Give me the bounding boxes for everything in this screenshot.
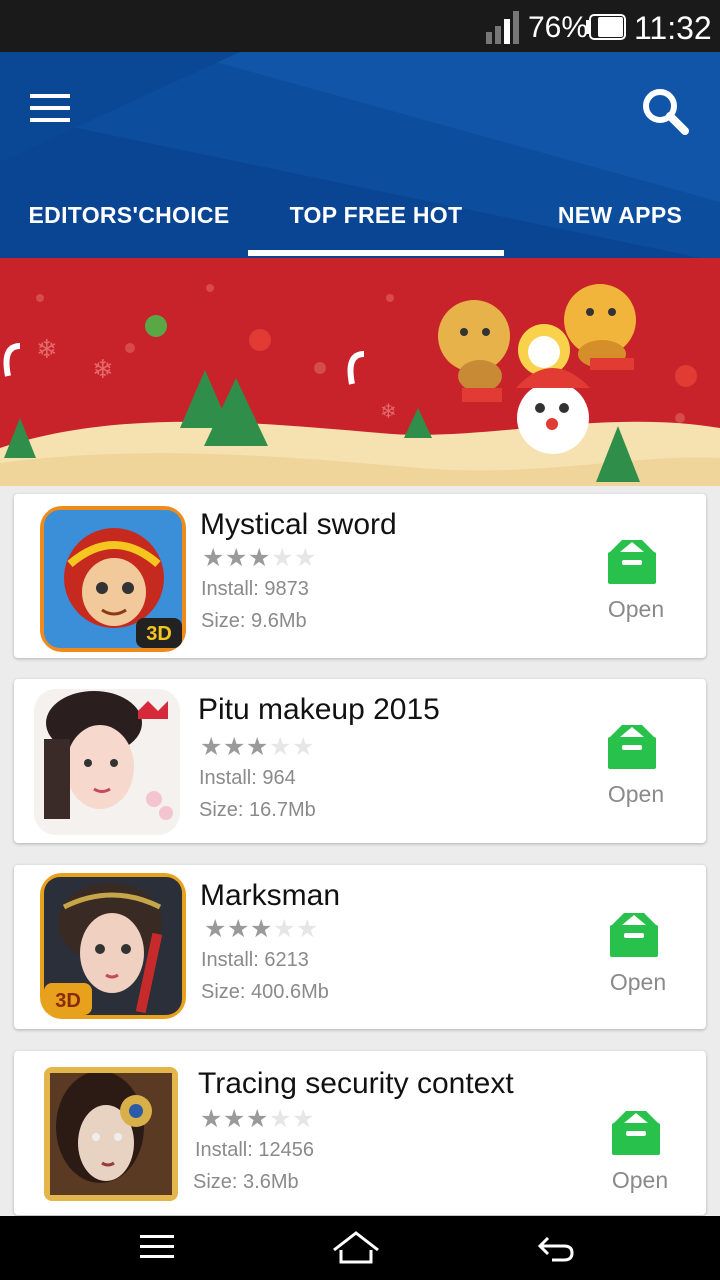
install-count: Install: 9873 [201, 578, 309, 600]
svg-text:❄: ❄ [380, 399, 397, 423]
star-empty-icon: ★ [271, 544, 294, 572]
app-list-item[interactable]: Pitu makeup 2015 ★★★★★ Install: 964 Size… [14, 679, 706, 843]
app-list-item[interactable]: Tracing security context ★★★★★ Install: … [14, 1051, 706, 1215]
star-filled-icon: ★ [223, 1105, 246, 1133]
star-filled-icon: ★ [204, 915, 227, 943]
selected-tab-indicator [248, 250, 504, 256]
open-button[interactable]: Open [594, 905, 682, 1005]
open-label: Open [611, 1167, 669, 1193]
install-count: Install: 964 [199, 767, 296, 789]
rating-stars: ★★★★★ [200, 1105, 315, 1133]
battery-percentage: 76% [528, 11, 589, 44]
clock: 11:32 [634, 10, 712, 46]
open-label: Open [607, 596, 665, 622]
home-icon[interactable] [330, 1230, 382, 1266]
app-list-item[interactable]: 3D Marksman ★★★★★ Install: 6213 Size: 40… [14, 865, 706, 1029]
app-icon-badge: 3D [146, 623, 172, 645]
app-name: Tracing security context [198, 1067, 514, 1100]
rating-stars: ★★★★★ [202, 544, 317, 572]
star-filled-icon: ★ [225, 544, 248, 572]
star-filled-icon: ★ [202, 544, 225, 572]
star-filled-icon: ★ [246, 1105, 269, 1133]
app-size: Size: 400.6Mb [201, 981, 329, 1003]
open-button[interactable]: Open [592, 717, 680, 817]
tab-top-free-hot[interactable]: TOP FREE HOT [248, 192, 504, 258]
install-count: Install: 12456 [195, 1139, 314, 1161]
app-name: Mystical sword [200, 508, 397, 541]
open-box-icon [608, 725, 656, 769]
open-box-icon [608, 540, 656, 584]
system-navigation-bar [0, 1216, 720, 1280]
rating-stars: ★★★★★ [200, 733, 315, 761]
christmas-banner-image: ❄ ❄ ❄ [0, 258, 720, 486]
tab-bar: EDITORS'CHOICE TOP FREE HOT NEW APPS [0, 192, 720, 258]
rating-stars: ★★★★★ [204, 915, 319, 943]
star-empty-icon: ★ [296, 915, 319, 943]
star-filled-icon: ★ [227, 915, 250, 943]
install-count: Install: 6213 [201, 949, 309, 971]
star-empty-icon: ★ [294, 544, 317, 572]
menu-icon[interactable] [138, 1232, 176, 1262]
app-icon-badge: 3D [55, 990, 81, 1012]
star-filled-icon: ★ [200, 733, 223, 761]
open-button[interactable]: Open [596, 1103, 684, 1203]
star-filled-icon: ★ [250, 915, 273, 943]
app-list-item[interactable]: 3D Mystical sword ★★★★★ Install: 9873 Si… [14, 494, 706, 658]
battery-icon [586, 14, 626, 40]
star-filled-icon: ★ [246, 733, 269, 761]
hamburger-menu-icon[interactable] [30, 94, 74, 124]
app-icon-mystical-sword: 3D [40, 506, 186, 652]
star-filled-icon: ★ [200, 1105, 223, 1133]
svg-text:❄: ❄ [92, 355, 114, 385]
app-icon-tracing-security-context [44, 1067, 178, 1201]
star-filled-icon: ★ [248, 544, 271, 572]
star-empty-icon: ★ [292, 1105, 315, 1133]
tab-new-apps[interactable]: NEW APPS [520, 192, 720, 258]
open-box-icon [610, 913, 658, 957]
promo-banner[interactable]: ❄ ❄ ❄ [0, 258, 720, 486]
star-empty-icon: ★ [269, 733, 292, 761]
status-bar: 76% 11:32 [0, 0, 720, 52]
app-name: Pitu makeup 2015 [198, 693, 440, 726]
star-empty-icon: ★ [292, 733, 315, 761]
star-empty-icon: ★ [269, 1105, 292, 1133]
star-filled-icon: ★ [223, 733, 246, 761]
app-icon-pitu-makeup [34, 689, 180, 835]
app-icon-marksman: 3D [40, 873, 186, 1019]
open-button[interactable]: Open [592, 532, 680, 632]
open-box-icon [612, 1111, 660, 1155]
app-header: EDITORS'CHOICE TOP FREE HOT NEW APPS [0, 52, 720, 258]
open-label: Open [609, 969, 667, 995]
search-icon[interactable] [640, 86, 690, 136]
open-label: Open [607, 781, 665, 807]
back-icon[interactable] [534, 1232, 578, 1264]
app-size: Size: 3.6Mb [193, 1171, 299, 1193]
app-size: Size: 16.7Mb [199, 799, 316, 821]
app-name: Marksman [200, 879, 341, 912]
svg-text:❄: ❄ [36, 335, 58, 365]
tab-editors-choice[interactable]: EDITORS'CHOICE [14, 192, 244, 258]
signal-icon [486, 11, 519, 44]
app-size: Size: 9.6Mb [201, 610, 307, 632]
star-empty-icon: ★ [273, 915, 296, 943]
